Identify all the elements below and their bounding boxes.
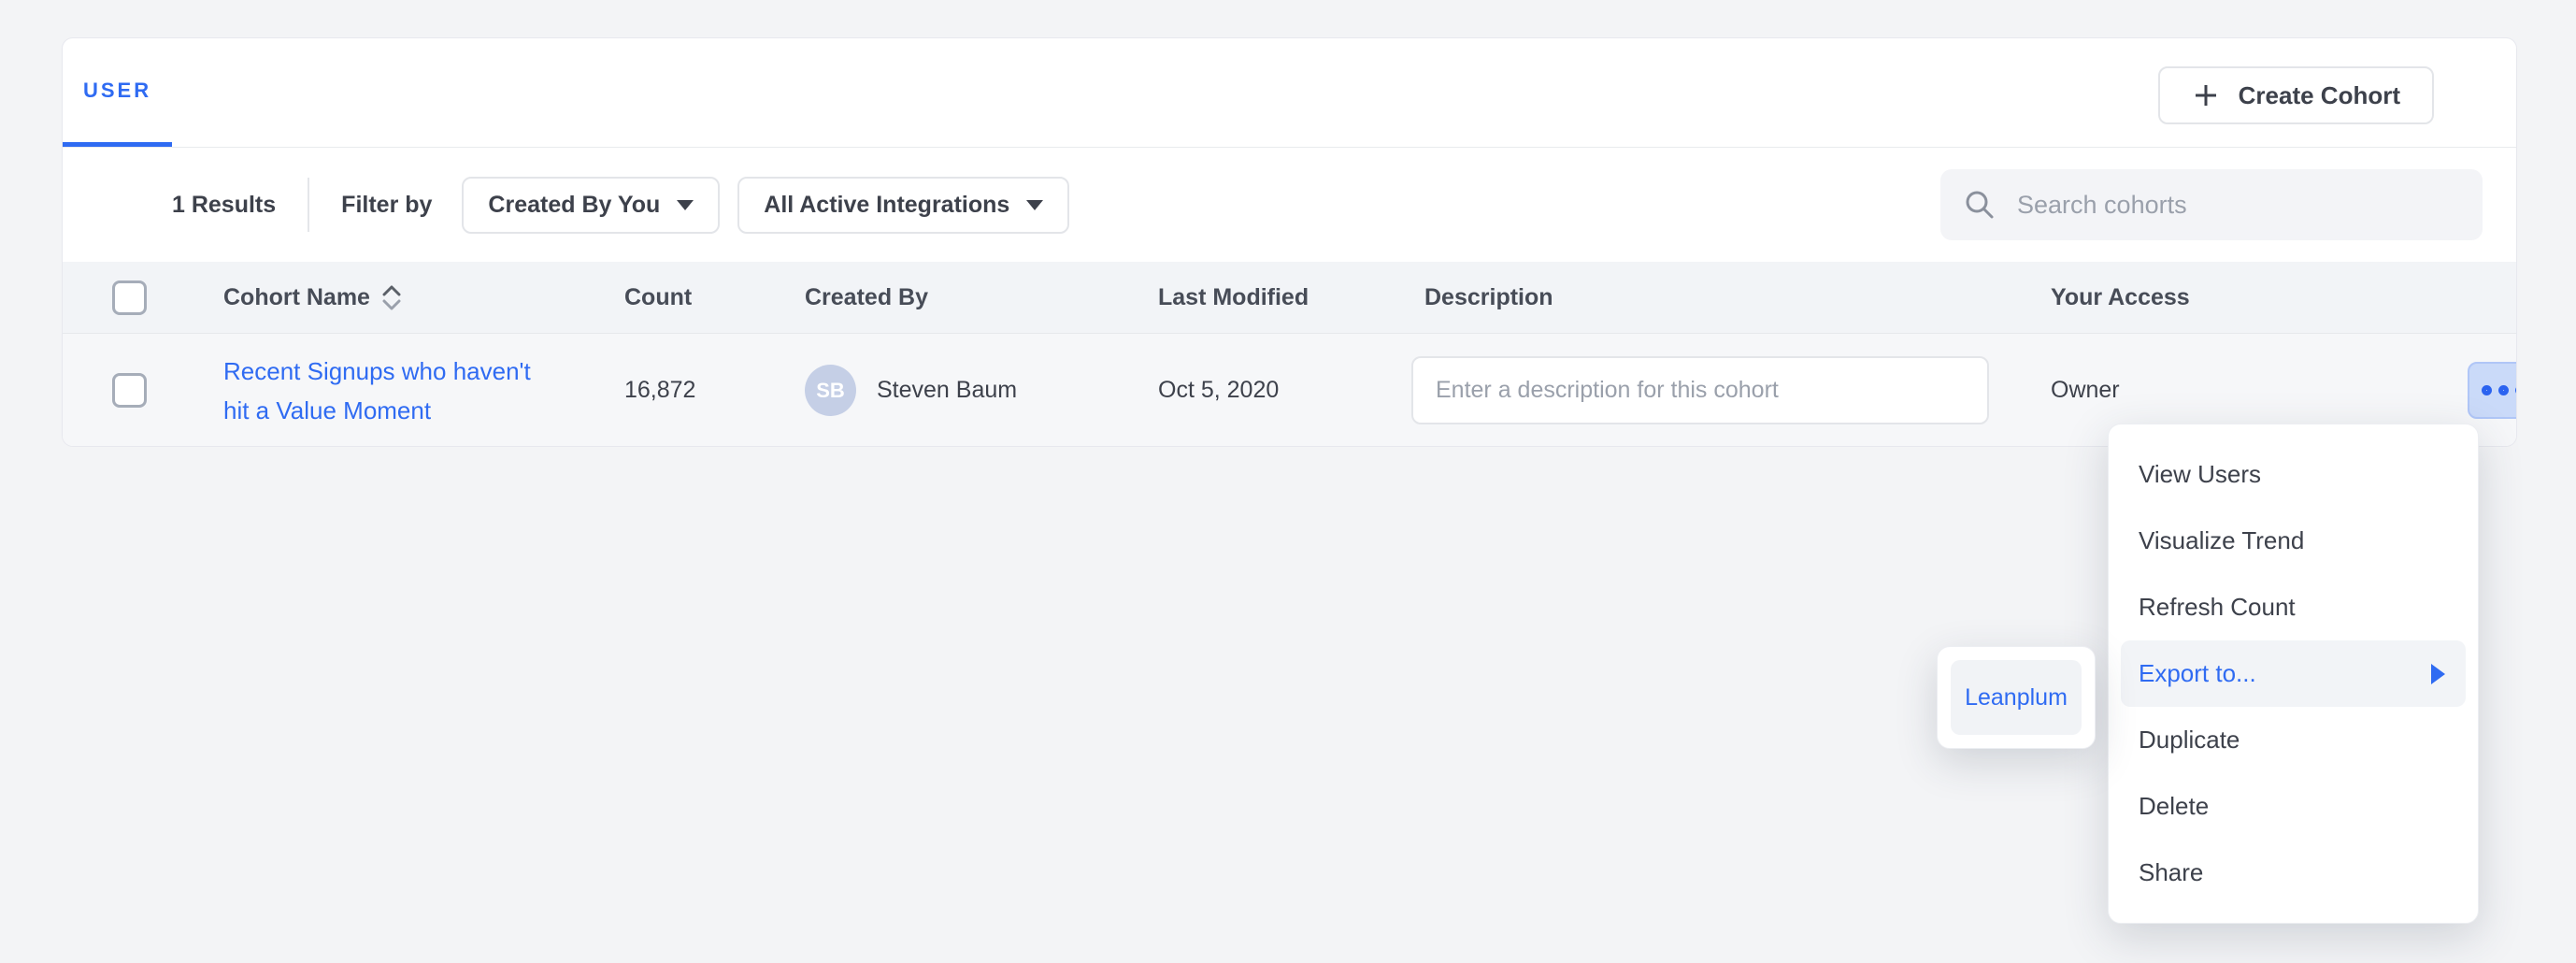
column-header-cohort-name[interactable]: Cohort Name bbox=[223, 284, 624, 311]
created-by-filter-dropdown[interactable]: Created By You bbox=[462, 177, 720, 234]
table-header-row: Cohort Name Count Created By Last Modifi… bbox=[63, 262, 2516, 334]
search-icon bbox=[1963, 188, 1996, 222]
column-header-last-modified: Last Modified bbox=[1158, 284, 1424, 311]
created-by-name: Steven Baum bbox=[877, 377, 1017, 404]
chevron-down-icon bbox=[1026, 200, 1043, 210]
cohorts-card: USER Create Cohort 1 Results Filter by C… bbox=[62, 37, 2517, 447]
integrations-filter-dropdown[interactable]: All Active Integrations bbox=[737, 177, 1069, 234]
cohort-count: 16,872 bbox=[624, 377, 805, 404]
column-header-your-access: Your Access bbox=[2051, 284, 2342, 311]
menu-item-visualize-trend[interactable]: Visualize Trend bbox=[2109, 508, 2478, 574]
sort-icon[interactable] bbox=[381, 285, 402, 310]
column-header-count: Count bbox=[624, 284, 805, 311]
description-input[interactable] bbox=[1411, 356, 1989, 424]
more-options-button[interactable] bbox=[2468, 362, 2517, 419]
menu-item-duplicate[interactable]: Duplicate bbox=[2109, 707, 2478, 773]
row-context-menu: View Users Visualize Trend Refresh Count… bbox=[2108, 424, 2479, 924]
create-cohort-button[interactable]: Create Cohort bbox=[2158, 66, 2434, 124]
create-cohort-label: Create Cohort bbox=[2239, 81, 2400, 110]
column-header-created-by: Created By bbox=[805, 284, 1158, 311]
more-options-icon bbox=[2482, 385, 2492, 395]
cohort-name-link[interactable]: Recent Signups who haven't hit a Value M… bbox=[223, 352, 560, 430]
avatar: SB bbox=[805, 365, 856, 416]
created-by-cell: SB Steven Baum bbox=[805, 365, 1158, 416]
select-all-cell bbox=[63, 280, 223, 315]
more-options-icon bbox=[2498, 385, 2509, 395]
created-by-filter-label: Created By You bbox=[488, 192, 660, 219]
menu-item-share[interactable]: Share bbox=[2109, 840, 2478, 906]
submenu-arrow-icon bbox=[2431, 664, 2445, 684]
tab-user-label: USER bbox=[83, 79, 151, 103]
toolbar-divider bbox=[308, 178, 309, 232]
last-modified-date: Oct 5, 2020 bbox=[1158, 377, 1424, 404]
cohort-name-header-label: Cohort Name bbox=[223, 284, 370, 311]
row-actions-cell bbox=[2342, 362, 2517, 419]
row-select-cell bbox=[63, 373, 223, 408]
menu-item-view-users[interactable]: View Users bbox=[2109, 441, 2478, 508]
filter-toolbar: 1 Results Filter by Created By You All A… bbox=[63, 148, 2516, 262]
search-cohorts-box[interactable] bbox=[1940, 169, 2483, 240]
export-submenu: Leanplum bbox=[1937, 646, 2096, 749]
menu-item-refresh-count[interactable]: Refresh Count bbox=[2109, 574, 2478, 640]
results-count: 1 Results bbox=[172, 192, 276, 219]
access-value: Owner bbox=[2051, 377, 2342, 404]
tab-bar: USER bbox=[63, 38, 2516, 148]
column-header-description: Description bbox=[1424, 284, 2051, 311]
tab-user[interactable]: USER bbox=[63, 38, 172, 147]
search-input[interactable] bbox=[2017, 191, 2460, 220]
select-all-checkbox[interactable] bbox=[112, 280, 147, 315]
integrations-filter-label: All Active Integrations bbox=[764, 192, 1009, 219]
more-options-icon bbox=[2515, 385, 2517, 395]
menu-item-delete[interactable]: Delete bbox=[2109, 773, 2478, 840]
chevron-down-icon bbox=[677, 200, 694, 210]
submenu-item-leanplum[interactable]: Leanplum bbox=[1951, 660, 2082, 735]
row-checkbox[interactable] bbox=[112, 373, 147, 408]
menu-item-export-to[interactable]: Export to... bbox=[2121, 640, 2466, 707]
plus-icon bbox=[2192, 81, 2220, 109]
filter-by-label: Filter by bbox=[341, 192, 432, 219]
export-to-label: Export to... bbox=[2139, 659, 2256, 688]
